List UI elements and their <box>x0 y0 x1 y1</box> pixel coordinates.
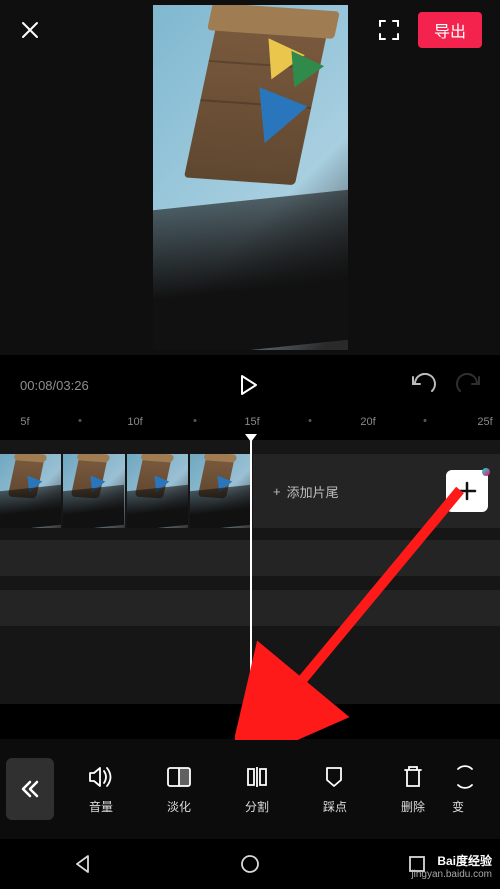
tool-label: 踩点 <box>323 798 347 815</box>
triangle-back-icon <box>72 853 94 875</box>
tool-label: 变 <box>452 798 464 815</box>
undo-button[interactable] <box>410 373 434 397</box>
transform-icon <box>452 764 478 790</box>
split-icon <box>244 764 270 790</box>
ruler-label: 5f <box>20 416 29 428</box>
tool-delete[interactable]: 删除 <box>374 764 452 815</box>
tool-label: 删除 <box>401 798 425 815</box>
tool-split[interactable]: 分割 <box>218 764 296 815</box>
clip-thumbnail[interactable] <box>190 454 251 528</box>
ruler-label: 15f <box>244 416 259 428</box>
add-ending-label: 添加片尾 <box>287 482 339 501</box>
fullscreen-button[interactable] <box>378 19 400 41</box>
fullscreen-icon <box>378 19 400 41</box>
beat-icon <box>322 764 348 790</box>
nav-home-button[interactable] <box>236 850 264 878</box>
undo-icon <box>410 373 436 395</box>
tool-volume[interactable]: 音量 <box>62 764 140 815</box>
tool-beat[interactable]: 踩点 <box>296 764 374 815</box>
collapse-toolbar-button[interactable] <box>6 758 54 820</box>
circle-home-icon <box>239 853 261 875</box>
fade-icon <box>166 764 192 790</box>
tool-label: 分割 <box>245 798 269 815</box>
tool-transform[interactable]: 变 <box>452 764 482 815</box>
tool-fade[interactable]: 淡化 <box>140 764 218 815</box>
watermark-brand: Bai度经验 <box>437 854 492 868</box>
tool-label: 音量 <box>89 798 113 815</box>
playhead[interactable] <box>250 440 252 704</box>
clip-thumbnail[interactable] <box>127 454 188 528</box>
video-track[interactable] <box>0 454 251 528</box>
nav-back-button[interactable] <box>69 850 97 878</box>
ruler-label: 10f <box>127 416 142 428</box>
clip-thumbnail[interactable] <box>63 454 124 528</box>
close-icon <box>20 20 40 40</box>
tool-label: 淡化 <box>167 798 191 815</box>
play-button[interactable] <box>238 374 260 396</box>
add-clip-button[interactable] <box>446 470 488 512</box>
plus-icon <box>456 480 478 502</box>
redo-button[interactable] <box>456 373 480 397</box>
export-button[interactable]: 导出 <box>418 12 482 48</box>
delete-icon <box>400 764 426 790</box>
watermark: Bai度经验 jingyan.baidu.com <box>411 854 492 881</box>
timecode: 00:08/03:26 <box>20 378 89 393</box>
ruler-label: 25f <box>477 416 492 428</box>
chevron-double-left-icon <box>19 778 41 800</box>
close-button[interactable] <box>18 18 42 42</box>
redo-icon <box>456 373 482 395</box>
plus-icon: + <box>273 484 281 499</box>
watermark-url: jingyan.baidu.com <box>411 869 492 881</box>
play-icon <box>238 374 258 396</box>
ruler-label: 20f <box>360 416 375 428</box>
volume-icon <box>88 764 114 790</box>
edit-toolbar: 音量 淡化 分割 踩点 删除 <box>0 739 500 839</box>
clip-thumbnail[interactable] <box>0 454 61 528</box>
